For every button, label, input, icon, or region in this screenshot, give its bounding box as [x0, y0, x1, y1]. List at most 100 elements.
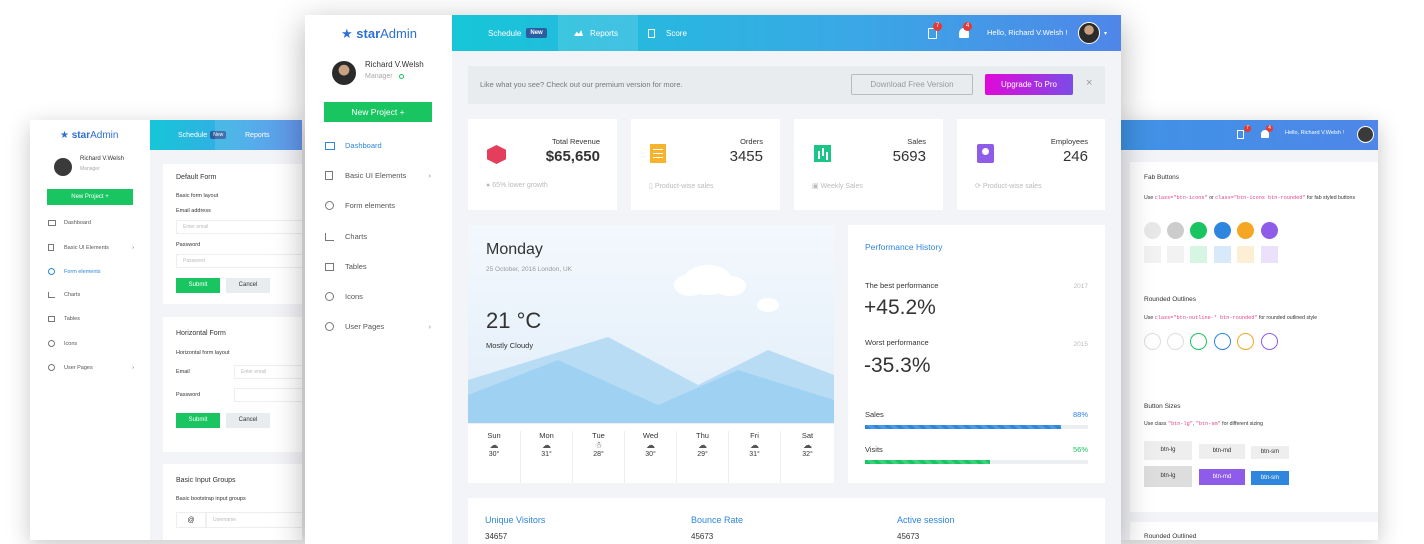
calendar-icon: ▣ [812, 183, 819, 190]
left-sidebar-item-charts[interactable]: Charts [48, 292, 80, 298]
btn-sm-blue[interactable]: btn-sm [1251, 471, 1289, 485]
chevron-down-icon[interactable]: ▾ [1104, 30, 1107, 37]
user-name: Richard V.Welsh [365, 60, 424, 69]
left-sidebar-item-dashboard[interactable]: Dashboard [48, 220, 91, 226]
btn-sm-light[interactable]: btn-sm [1251, 446, 1289, 459]
weather-temp: 21 °C [486, 308, 542, 333]
best-year: 2017 [1073, 283, 1088, 290]
sidebar-item-icons[interactable]: Icons [325, 292, 363, 301]
outline-mail-button[interactable] [1190, 333, 1207, 350]
submit-button[interactable]: Submit [176, 278, 220, 293]
outline-home-button[interactable] [1144, 333, 1161, 350]
download-free-button[interactable]: Download Free Version [851, 74, 973, 95]
sidebar-item-dashboard[interactable]: Dashboard [325, 141, 382, 150]
sidebar-item-charts[interactable]: Charts [325, 232, 367, 241]
btn-md-light[interactable]: btn-md [1199, 444, 1245, 459]
fab-star-button[interactable] [1214, 222, 1231, 239]
nav-score[interactable]: Score [638, 15, 718, 51]
unique-visitors-value: 34657 [485, 532, 508, 541]
fab-home-button[interactable] [1144, 222, 1161, 239]
left-sidebar-item-basic-ui[interactable]: Basic UI Elements › [48, 244, 134, 251]
chevron-right-icon: › [428, 322, 432, 331]
cloud-rain-icon: ☁ [750, 440, 759, 450]
visits-progress-fill [865, 460, 990, 464]
left-screenshot: Schedule New Reports ★ starAdmin Richard… [30, 120, 302, 540]
stat-card-revenue: Total Revenue $65,650 ● 65% lower growth [468, 119, 617, 210]
fab-square-star-button[interactable] [1214, 246, 1231, 263]
h-cancel-button[interactable]: Cancel [226, 413, 270, 428]
left-sidebar-item-forms[interactable]: Form elements [48, 268, 101, 275]
outline-star-button[interactable] [1214, 333, 1231, 350]
fab-square-bulb-button[interactable] [1237, 246, 1254, 263]
history-icon [325, 201, 334, 210]
fab-mail-button[interactable] [1190, 222, 1207, 239]
visits-progress-track [865, 460, 1088, 464]
left-new-project-button[interactable]: New Project + [47, 189, 133, 205]
username-field[interactable]: Username [206, 512, 302, 528]
sidebar-item-basic-ui[interactable]: Basic UI Elements › [325, 171, 431, 180]
avatar[interactable] [332, 61, 356, 85]
nav-reports[interactable]: Reports [558, 15, 638, 51]
input-group-sub: Basic bootstrap input groups [176, 496, 246, 502]
close-icon[interactable]: × [1086, 77, 1092, 89]
fab-square-home-button[interactable] [1144, 246, 1161, 263]
fab-desc: Use class="btn-icons" or class="btn-icon… [1144, 195, 1356, 201]
worst-value: -35.3% [864, 354, 931, 377]
sidebar-item-tables[interactable]: Tables [325, 262, 367, 271]
h-email-label: Email [176, 369, 190, 375]
sidebar-item-forms[interactable]: Form elements [325, 201, 395, 210]
cancel-button[interactable]: Cancel [226, 278, 270, 293]
password-field[interactable]: Password [176, 254, 302, 268]
bar-chart-icon [814, 145, 831, 162]
btn-md-purple[interactable]: btn-md [1199, 469, 1245, 485]
upgrade-pro-button[interactable]: Upgrade To Pro [985, 74, 1073, 95]
sidebar-item-user-pages[interactable]: User Pages › [325, 322, 431, 331]
forecast-day: Wed ☁ 30° [624, 431, 676, 483]
left-user-role: Manager [80, 166, 100, 172]
email-field[interactable]: Enter email [176, 220, 302, 234]
forecast-day: Sat ☁ 32° [780, 431, 834, 483]
h-email-field[interactable]: Enter email [234, 365, 302, 379]
copy-icon [325, 171, 333, 180]
brand-logo[interactable]: ★ starAdmin [341, 26, 417, 42]
left-reports-link[interactable]: Reports [245, 132, 270, 139]
left-sidebar-item-tables[interactable]: Tables [48, 316, 80, 322]
stat-foot: ▯ Product-wise sales [649, 183, 714, 190]
right-avatar[interactable] [1357, 126, 1374, 143]
snow-cloud-icon: ☃ [594, 440, 603, 450]
btn-lg-gray[interactable]: btn-lg [1144, 466, 1192, 487]
h-password-field[interactable] [234, 388, 302, 402]
outline-bulb-button[interactable] [1237, 333, 1254, 350]
fab-link-button[interactable] [1167, 222, 1184, 239]
fab-code-button[interactable] [1261, 222, 1278, 239]
best-label: The best performance [865, 281, 939, 290]
nav-schedule[interactable]: Schedule New [452, 15, 558, 51]
chevron-right-icon: › [428, 171, 432, 180]
outline-code-button[interactable] [1261, 333, 1278, 350]
monitor-icon [325, 141, 335, 150]
outline-link-button[interactable] [1167, 333, 1184, 350]
profile-avatar[interactable] [1078, 22, 1100, 44]
fab-square-code-button[interactable] [1261, 246, 1278, 263]
outline-title: Rounded Outlines [1144, 296, 1197, 303]
new-project-button[interactable]: New Project + [324, 102, 432, 122]
bounce-rate-label: Bounce Rate [691, 515, 744, 525]
stat-label: Total Revenue [552, 137, 600, 146]
left-sidebar-item-user-pages[interactable]: User Pages › [48, 364, 134, 371]
performance-card: Performance History The best performance… [848, 225, 1105, 483]
left-schedule-link[interactable]: Schedule [178, 132, 207, 139]
h-password-label: Password [176, 392, 201, 398]
buttons-card: Fab Buttons Use class="btn-icons" or cla… [1130, 162, 1378, 512]
fab-bulb-button[interactable] [1237, 222, 1254, 239]
right-file-icon[interactable] [1237, 130, 1244, 139]
globe-icon [325, 292, 334, 301]
fab-square-link-button[interactable] [1167, 246, 1184, 263]
btn-lg-light[interactable]: btn-lg [1144, 441, 1192, 460]
right-bell-icon[interactable] [1261, 130, 1269, 138]
score-icon [648, 28, 655, 38]
main-screenshot: Schedule New Reports Score 7 4 Hello, Ri… [305, 15, 1121, 544]
fab-square-mail-button[interactable] [1190, 246, 1207, 263]
h-submit-button[interactable]: Submit [176, 413, 220, 428]
stat-value: 5693 [892, 148, 926, 165]
left-sidebar-item-icons[interactable]: Icons [48, 340, 77, 347]
